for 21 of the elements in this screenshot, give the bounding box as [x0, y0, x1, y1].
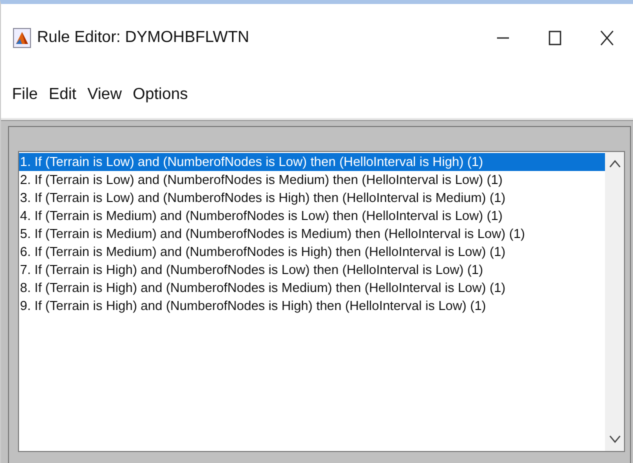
- maximize-icon[interactable]: [548, 30, 562, 46]
- scroll-up-icon[interactable]: [608, 160, 620, 168]
- scroll-down-icon[interactable]: [608, 435, 620, 443]
- rule-item[interactable]: 4. If (Terrain is Medium) and (NumberofNodes is Low) then (HelloInterval is Low) (1): [19, 207, 605, 225]
- rule-item[interactable]: 8. If (Terrain is High) and (NumberofNodes is Medium) then (HelloInterval is Low) (1): [19, 279, 605, 297]
- rule-item[interactable]: 7. If (Terrain is High) and (NumberofNodes is Low) then (HelloInterval is Low) (1): [19, 261, 605, 279]
- menu-item[interactable]: View: [87, 86, 122, 104]
- rule-item[interactable]: 5. If (Terrain is Medium) and (NumberofNodes is Medium) then (HelloInterval is Low) (1): [19, 225, 605, 243]
- app-icon: [13, 28, 31, 48]
- menu-item[interactable]: Edit: [48, 86, 76, 104]
- rule-list[interactable]: [18, 151, 625, 452]
- rule-item[interactable]: 6. If (Terrain is Medium) and (NumberofNodes is High) then (HelloInterval is Low) (1): [19, 243, 605, 261]
- rule-item[interactable]: 2. If (Terrain is Low) and (NumberofNodes is Medium) then (HelloInterval is Low) (1): [19, 171, 605, 189]
- rule-item[interactable]: 1. If (Terrain is Low) and (NumberofNodes is Low) then (HelloInterval is High) (1): [19, 153, 605, 171]
- menu-item[interactable]: File: [12, 86, 38, 104]
- scroll-bar[interactable]: [605, 152, 624, 451]
- rule-item[interactable]: 9. If (Terrain is High) and (NumberofNodes is High) then (HelloInterval is Low) (1): [19, 297, 605, 315]
- rule-item[interactable]: 3. If (Terrain is Low) and (NumberofNodes is High) then (HelloInterval is Medium) (1): [19, 189, 605, 207]
- window-title: Rule Editor: DYMOHBFLWTN: [37, 29, 250, 47]
- close-icon[interactable]: [600, 30, 614, 46]
- menu-item[interactable]: Options: [132, 86, 188, 104]
